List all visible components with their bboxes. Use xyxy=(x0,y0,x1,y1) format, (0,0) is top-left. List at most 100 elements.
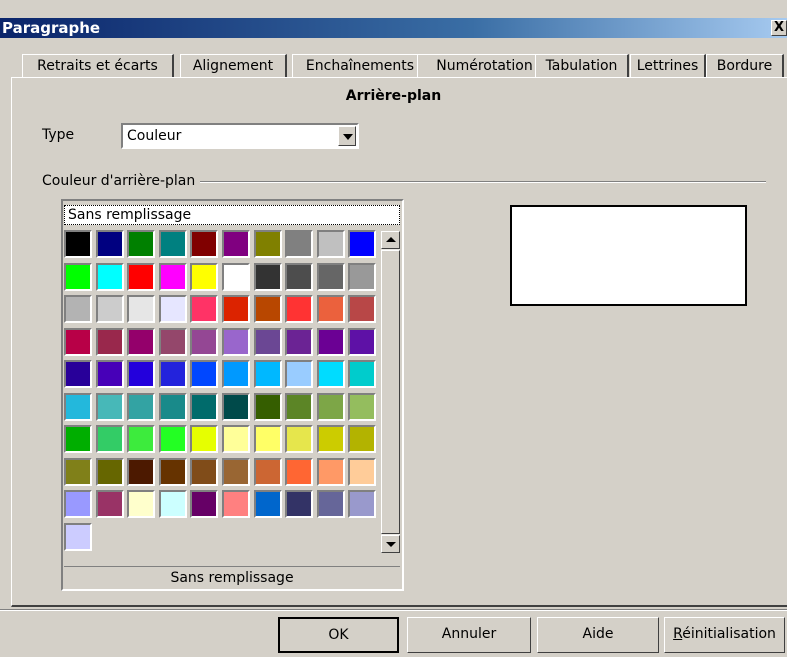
color-swatch[interactable] xyxy=(190,392,219,421)
no-fill-option[interactable]: Sans remplissage xyxy=(64,205,400,225)
color-swatch[interactable] xyxy=(127,425,156,453)
color-swatch[interactable] xyxy=(190,327,219,356)
color-swatch[interactable] xyxy=(64,360,92,388)
color-swatch[interactable] xyxy=(158,457,187,486)
tab-enchainements[interactable]: Enchaînements xyxy=(292,54,429,78)
color-swatch[interactable] xyxy=(95,360,124,388)
color-swatch[interactable] xyxy=(158,425,187,453)
color-swatch[interactable] xyxy=(127,262,156,291)
color-swatch[interactable] xyxy=(253,457,282,486)
color-swatch[interactable] xyxy=(222,230,250,258)
color-swatch[interactable] xyxy=(316,392,345,421)
color-swatch[interactable] xyxy=(190,425,219,453)
scroll-down-icon[interactable] xyxy=(381,535,400,553)
scroll-thumb[interactable] xyxy=(381,250,400,534)
color-swatch[interactable] xyxy=(316,295,345,323)
color-swatch[interactable] xyxy=(64,490,92,518)
color-swatch[interactable] xyxy=(64,295,92,323)
color-swatch[interactable] xyxy=(316,360,345,388)
tab-alignement[interactable]: Alignement xyxy=(180,54,287,78)
color-swatch[interactable] xyxy=(348,392,377,421)
color-swatch[interactable] xyxy=(190,457,219,486)
color-swatch[interactable] xyxy=(64,230,92,258)
ok-button[interactable]: OK xyxy=(278,617,399,653)
color-swatch[interactable] xyxy=(127,490,156,518)
scroll-up-icon[interactable] xyxy=(381,231,400,249)
color-swatch[interactable] xyxy=(95,230,124,258)
color-swatch[interactable] xyxy=(222,295,250,323)
color-swatch[interactable] xyxy=(190,230,219,258)
tab-tabulation[interactable]: Tabulation xyxy=(535,54,629,78)
color-swatch[interactable] xyxy=(64,327,92,356)
color-swatch[interactable] xyxy=(127,392,156,421)
color-swatch[interactable] xyxy=(285,230,314,258)
color-swatch[interactable] xyxy=(158,262,187,291)
color-swatch[interactable] xyxy=(285,457,314,486)
color-swatch[interactable] xyxy=(253,425,282,453)
color-swatch[interactable] xyxy=(95,425,124,453)
color-swatch[interactable] xyxy=(222,457,250,486)
tab-retraits[interactable]: Retraits et écarts xyxy=(22,54,174,78)
color-swatch[interactable] xyxy=(285,360,314,388)
color-swatch[interactable] xyxy=(95,262,124,291)
color-swatch[interactable] xyxy=(285,392,314,421)
color-swatch[interactable] xyxy=(64,425,92,453)
reset-button[interactable]: Réinitialisation xyxy=(664,617,785,653)
color-swatch[interactable] xyxy=(190,490,219,518)
color-swatch[interactable] xyxy=(64,522,92,551)
color-swatch[interactable] xyxy=(253,360,282,388)
color-swatch[interactable] xyxy=(190,262,219,291)
color-swatch[interactable] xyxy=(222,490,250,518)
color-swatch[interactable] xyxy=(348,360,377,388)
color-swatch[interactable] xyxy=(253,490,282,518)
color-swatch[interactable] xyxy=(222,262,250,291)
color-swatch[interactable] xyxy=(158,295,187,323)
color-swatch[interactable] xyxy=(64,392,92,421)
color-swatch[interactable] xyxy=(127,360,156,388)
color-swatch[interactable] xyxy=(348,425,377,453)
color-swatch[interactable] xyxy=(348,230,377,258)
color-swatch[interactable] xyxy=(348,262,377,291)
color-swatch[interactable] xyxy=(158,360,187,388)
color-swatch[interactable] xyxy=(285,262,314,291)
color-swatch[interactable] xyxy=(190,295,219,323)
color-swatch[interactable] xyxy=(285,295,314,323)
color-swatch[interactable] xyxy=(253,327,282,356)
tab-numerotation[interactable]: Numérotation xyxy=(417,54,553,78)
cancel-button[interactable]: Annuler xyxy=(407,617,531,653)
tab-bordure[interactable]: Bordure xyxy=(706,54,784,78)
color-swatch[interactable] xyxy=(316,230,345,258)
color-swatch[interactable] xyxy=(95,295,124,323)
color-swatch[interactable] xyxy=(348,457,377,486)
color-swatch[interactable] xyxy=(316,327,345,356)
color-swatch[interactable] xyxy=(285,327,314,356)
color-swatch[interactable] xyxy=(127,230,156,258)
color-swatch[interactable] xyxy=(316,457,345,486)
color-swatch[interactable] xyxy=(127,295,156,323)
color-swatch[interactable] xyxy=(222,360,250,388)
color-swatch[interactable] xyxy=(64,457,92,486)
color-swatch[interactable] xyxy=(348,327,377,356)
color-swatch[interactable] xyxy=(316,425,345,453)
color-swatch[interactable] xyxy=(316,262,345,291)
color-swatch[interactable] xyxy=(158,490,187,518)
color-swatch[interactable] xyxy=(95,457,124,486)
color-swatch[interactable] xyxy=(253,230,282,258)
color-swatch[interactable] xyxy=(158,230,187,258)
color-swatch[interactable] xyxy=(158,392,187,421)
close-button[interactable]: X xyxy=(771,20,787,36)
chevron-down-icon[interactable] xyxy=(338,126,356,146)
color-swatch[interactable] xyxy=(64,262,92,291)
color-swatch[interactable] xyxy=(222,425,250,453)
color-swatch[interactable] xyxy=(222,392,250,421)
color-swatch[interactable] xyxy=(95,490,124,518)
color-swatch[interactable] xyxy=(348,490,377,518)
color-swatch[interactable] xyxy=(285,425,314,453)
color-swatch[interactable] xyxy=(158,327,187,356)
color-swatch[interactable] xyxy=(127,327,156,356)
tab-lettrines[interactable]: Lettrines xyxy=(630,54,706,78)
palette-scrollbar[interactable] xyxy=(381,231,400,553)
color-swatch[interactable] xyxy=(253,262,282,291)
color-swatch[interactable] xyxy=(95,327,124,356)
color-swatch[interactable] xyxy=(253,392,282,421)
